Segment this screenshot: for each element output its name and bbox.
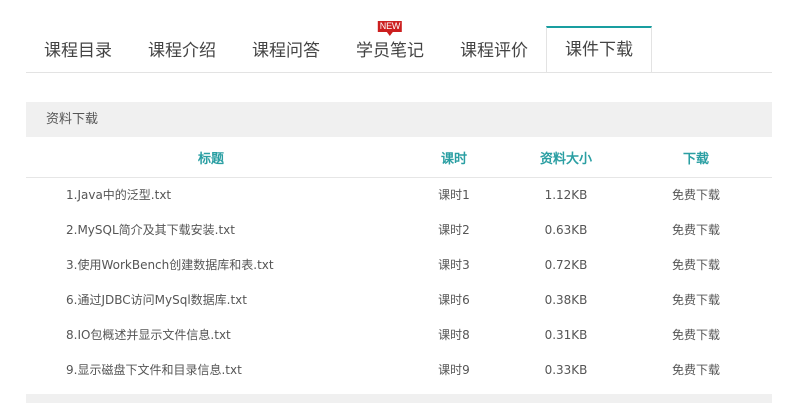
- file-title: 6.通过JDBC访问MySql数据库.txt: [66, 293, 247, 307]
- file-size: 0.38KB: [544, 293, 588, 307]
- table-header: 标题 课时 资料大小 下载: [26, 141, 772, 178]
- free-download-link[interactable]: 免费下载: [656, 178, 736, 213]
- header-lesson: 课时: [440, 152, 467, 167]
- file-size: 0.63KB: [544, 223, 588, 237]
- file-size: 1.12KB: [544, 188, 588, 202]
- lesson-number: 课时6: [438, 293, 470, 307]
- tab-course-intro[interactable]: 课程介绍: [130, 27, 234, 72]
- table-row: 1.Java中的泛型.txt 课时1 1.12KB 免费下载: [26, 178, 772, 213]
- section-header: 资料下载: [26, 102, 772, 137]
- table-row: 9.显示磁盘下文件和目录信息.txt 课时9 0.33KB 免费下载: [26, 353, 772, 388]
- tab-label: 课件下载: [565, 40, 633, 60]
- table-row: 6.通过JDBC访问MySql数据库.txt 课时6 0.38KB 免费下载: [26, 283, 772, 318]
- free-download-link[interactable]: 免费下载: [656, 283, 736, 318]
- file-size: 0.33KB: [544, 363, 588, 377]
- section-footer: [26, 394, 772, 403]
- tab-label: 学员笔记: [356, 41, 424, 61]
- tab-course-qa[interactable]: 课程问答: [234, 27, 338, 72]
- header-download: 下载: [682, 152, 709, 167]
- tab-label-wrap: NEW 学员笔记: [356, 21, 424, 75]
- header-size: 资料大小: [539, 152, 592, 167]
- header-title: 标题: [197, 152, 224, 167]
- lesson-number: 课时1: [438, 188, 470, 202]
- tab-label: 课程目录: [44, 41, 112, 61]
- tab-label: 课程评价: [460, 41, 528, 61]
- file-title: 1.Java中的泛型.txt: [66, 188, 172, 202]
- file-size: 0.72KB: [544, 258, 588, 272]
- page: 课程目录 课程介绍 课程问答 NEW 学员笔记 课程评价 课件下载 资料下载 标…: [0, 0, 799, 403]
- lesson-number: 课时3: [438, 258, 470, 272]
- tab-course-catalog[interactable]: 课程目录: [26, 27, 130, 72]
- file-title: 3.使用WorkBench创建数据库和表.txt: [66, 258, 274, 272]
- free-download-link[interactable]: 免费下载: [656, 248, 736, 283]
- free-download-link[interactable]: 免费下载: [656, 213, 736, 248]
- course-tabs: 课程目录 课程介绍 课程问答 NEW 学员笔记 课程评价 课件下载: [26, 21, 772, 75]
- materials-table: 标题 课时 资料大小 下载 1.Java中的泛型.txt 课时1 1.12KB …: [26, 141, 772, 388]
- table-row: 3.使用WorkBench创建数据库和表.txt 课时3 0.72KB 免费下载: [26, 248, 772, 283]
- tab-courseware-download[interactable]: 课件下载: [546, 26, 652, 72]
- section-title: 资料下载: [46, 112, 99, 127]
- tab-label: 课程介绍: [148, 41, 216, 61]
- lesson-number: 课时9: [438, 363, 470, 377]
- tab-student-notes[interactable]: NEW 学员笔记: [338, 21, 442, 75]
- file-title: 9.显示磁盘下文件和目录信息.txt: [66, 363, 242, 377]
- table-row: 8.IO包概述并显示文件信息.txt 课时8 0.31KB 免费下载: [26, 318, 772, 353]
- tab-course-reviews[interactable]: 课程评价: [442, 27, 546, 72]
- free-download-link[interactable]: 免费下载: [656, 318, 736, 353]
- file-title: 8.IO包概述并显示文件信息.txt: [66, 328, 231, 342]
- free-download-link[interactable]: 免费下载: [656, 353, 736, 388]
- file-size: 0.31KB: [544, 328, 588, 342]
- file-title: 2.MySQL简介及其下载安装.txt: [66, 223, 235, 237]
- new-badge: NEW: [377, 21, 403, 36]
- lesson-number: 课时2: [438, 223, 470, 237]
- tab-label: 课程问答: [252, 41, 320, 61]
- lesson-number: 课时8: [438, 328, 470, 342]
- table-row: 2.MySQL简介及其下载安装.txt 课时2 0.63KB 免费下载: [26, 213, 772, 248]
